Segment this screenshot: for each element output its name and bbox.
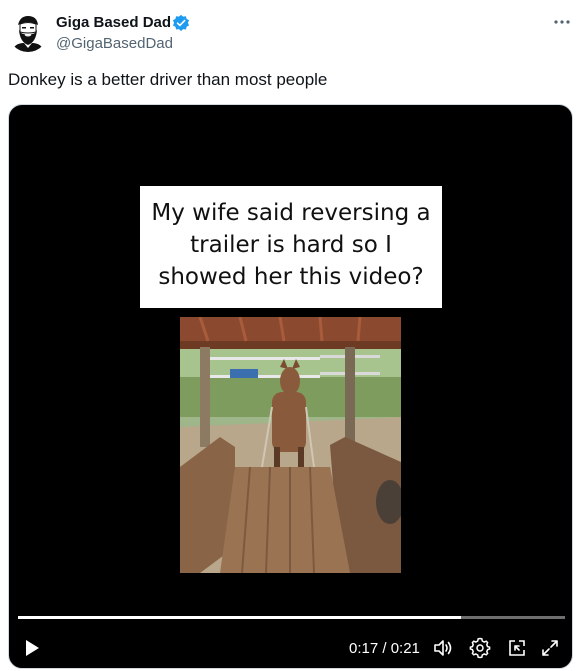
video-caption-overlay: My wife said reversing a trailer is hard… — [140, 186, 442, 308]
picture-in-picture-icon — [509, 640, 525, 656]
caption-line: My wife said reversing a — [151, 200, 431, 226]
video-player[interactable]: My wife said reversing a trailer is hard… — [8, 104, 573, 669]
volume-button[interactable] — [432, 637, 454, 659]
tweet-text: Donkey is a better driver than most peop… — [8, 70, 328, 89]
caption-line: showed her this video? — [158, 264, 424, 290]
settings-button[interactable] — [469, 637, 491, 659]
picture-in-picture-button[interactable] — [506, 637, 528, 659]
play-icon — [26, 640, 39, 656]
fullscreen-button[interactable] — [539, 637, 561, 659]
video-time-display: 0:17 / 0:21 — [349, 640, 420, 657]
author-name[interactable]: Giga Based Dad — [56, 14, 171, 31]
fullscreen-icon — [542, 640, 558, 656]
more-horizontal-icon — [554, 20, 570, 24]
video-progress-fill — [18, 616, 462, 619]
caption-line: trailer is hard so I — [190, 232, 392, 258]
play-button[interactable] — [21, 637, 43, 659]
more-options-button[interactable] — [552, 12, 572, 32]
volume-icon — [434, 640, 452, 656]
verified-badge-icon — [172, 14, 190, 32]
tweet-card: Giga Based Dad @GigaBasedDad Donkey is a… — [0, 0, 576, 671]
video-frame-image — [180, 317, 401, 573]
author-handle[interactable]: @GigaBasedDad — [56, 35, 173, 52]
author-avatar[interactable] — [8, 12, 48, 52]
settings-gear-icon — [469, 637, 491, 659]
